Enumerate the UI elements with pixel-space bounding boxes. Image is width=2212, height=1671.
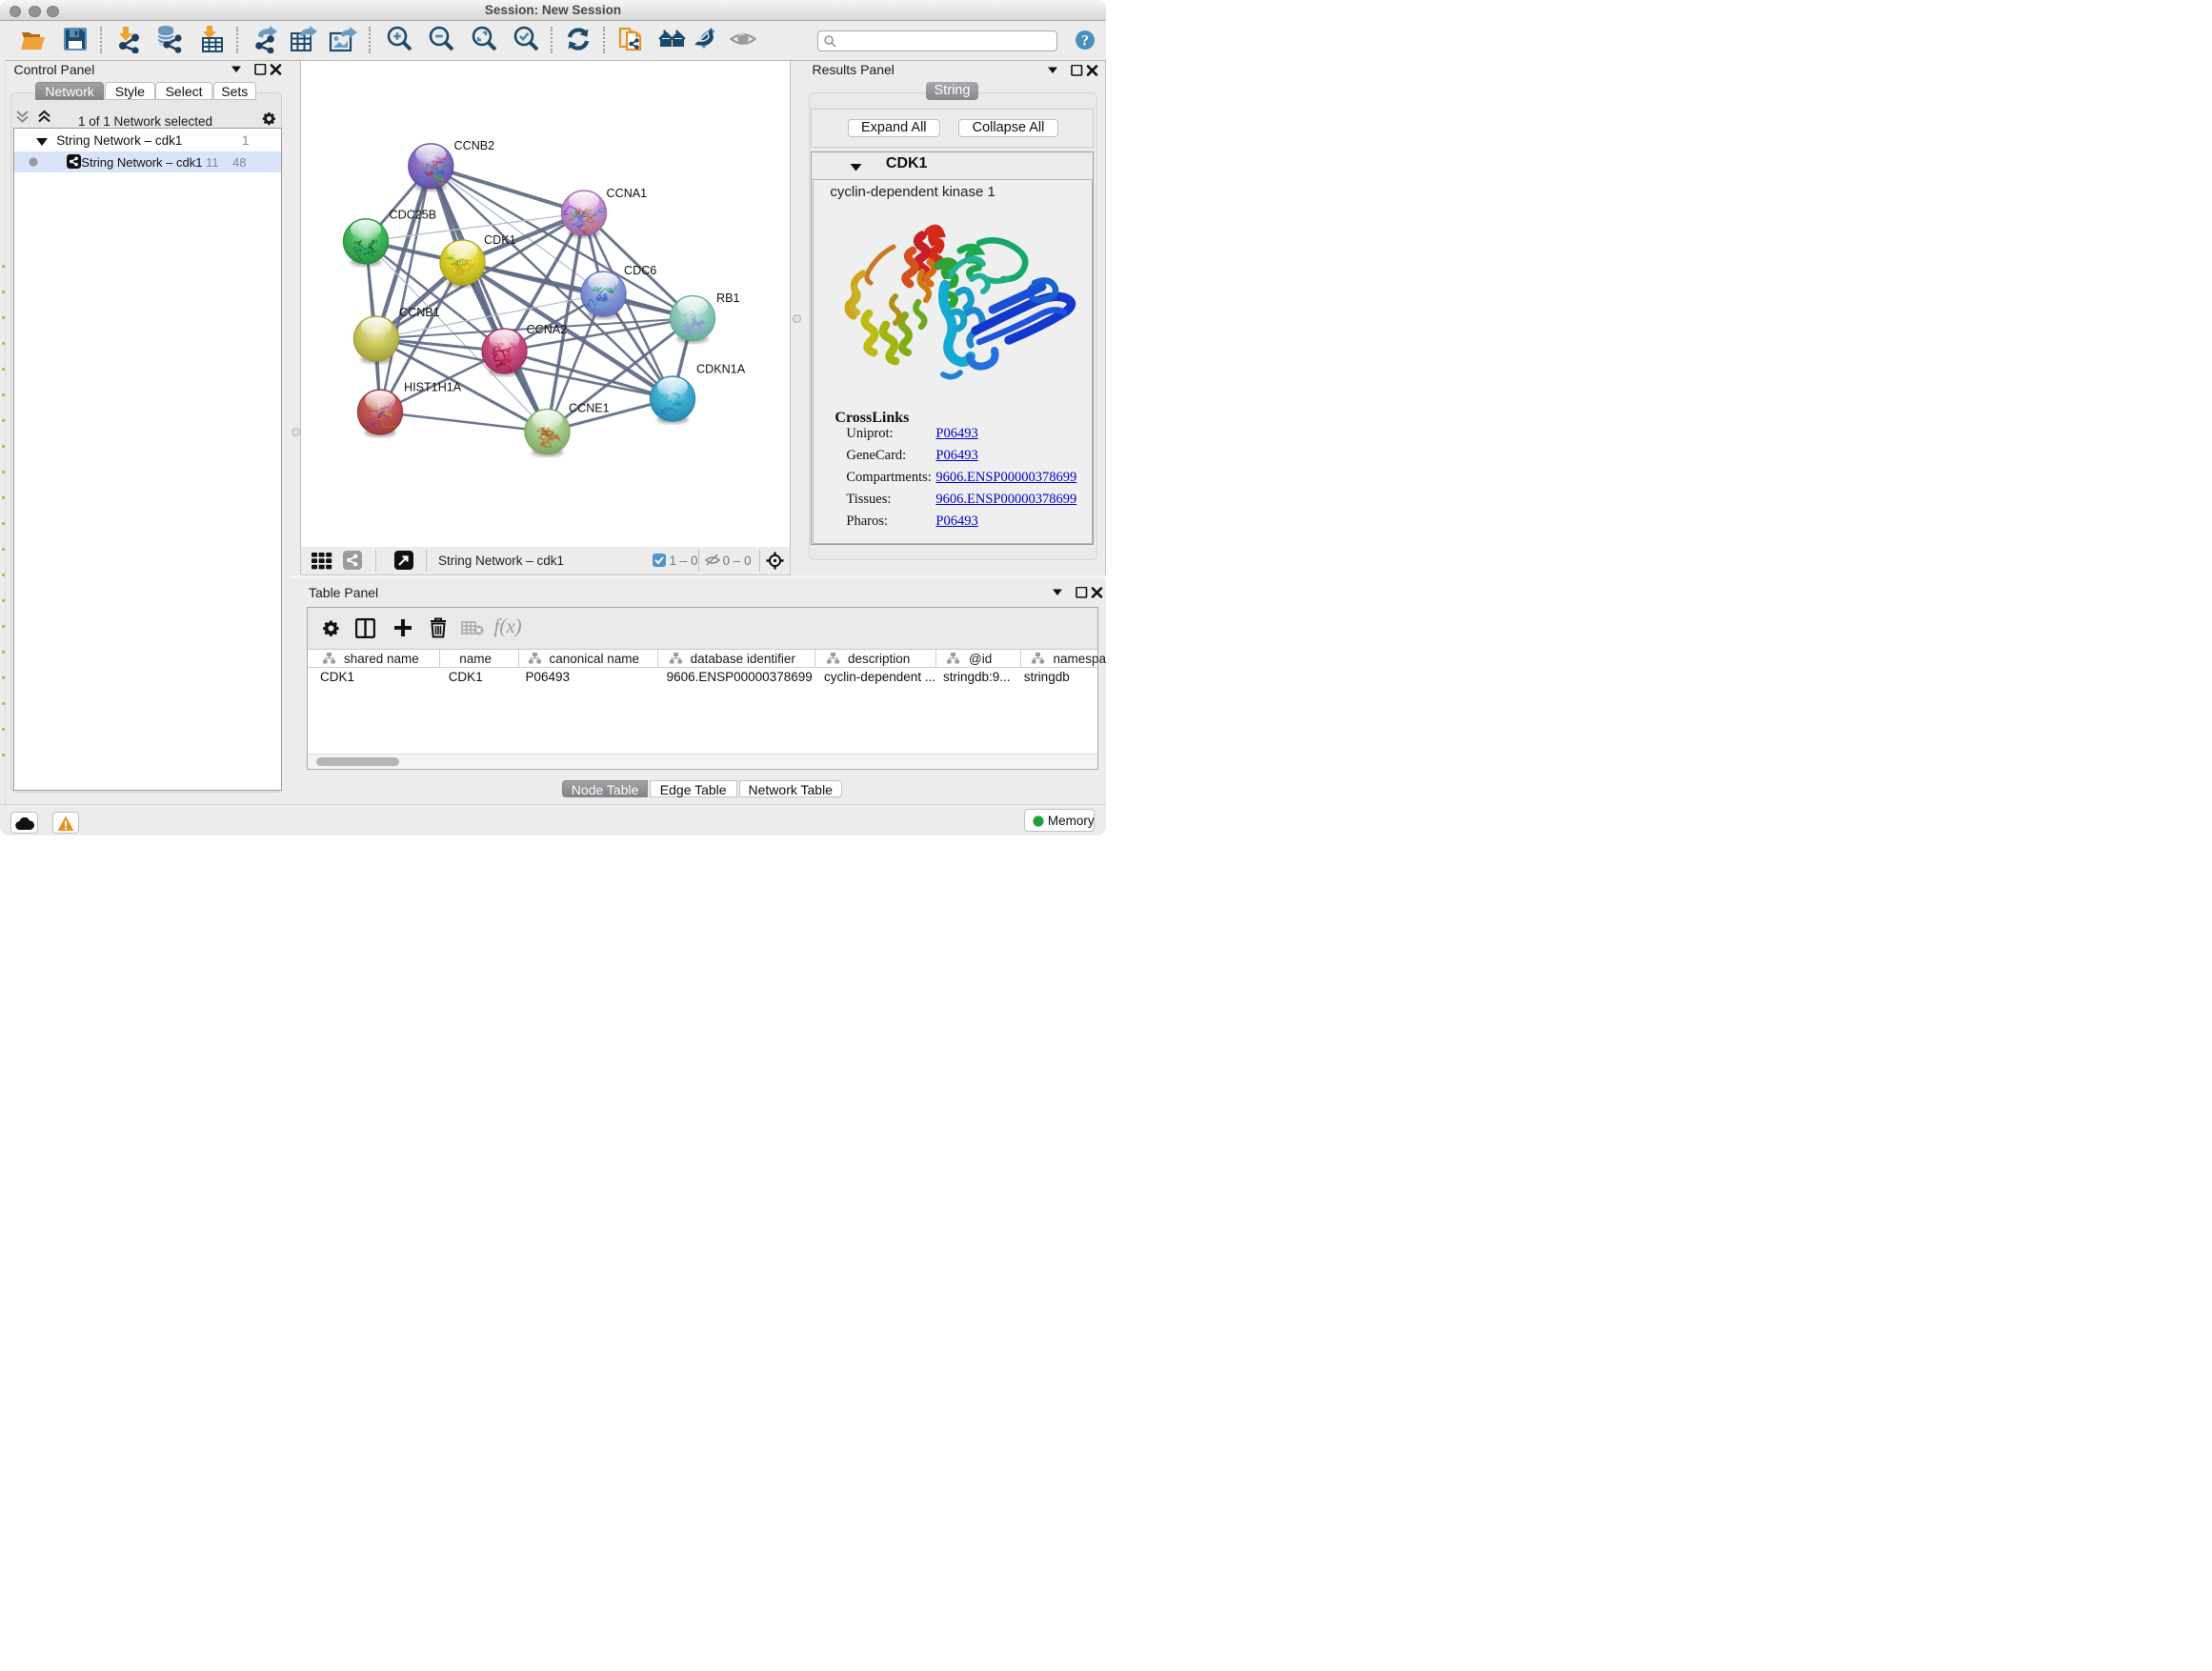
svg-text:CCNB2: CCNB2: [453, 139, 494, 152]
svg-text:CDK1: CDK1: [484, 233, 516, 247]
svg-text:CCNB1: CCNB1: [399, 306, 440, 319]
svg-text:RB1: RB1: [716, 292, 740, 305]
svg-text:CDC25B: CDC25B: [389, 208, 436, 221]
svg-text:CCNE1: CCNE1: [569, 401, 610, 414]
svg-text:CCNA1: CCNA1: [606, 187, 647, 200]
svg-text:CCNA2: CCNA2: [526, 323, 567, 336]
svg-text:CDKN1A: CDKN1A: [696, 362, 746, 375]
svg-text:?: ?: [1081, 33, 1089, 50]
svg-text:CDC6: CDC6: [624, 264, 656, 277]
svg-text:HIST1H1A: HIST1H1A: [404, 380, 462, 393]
